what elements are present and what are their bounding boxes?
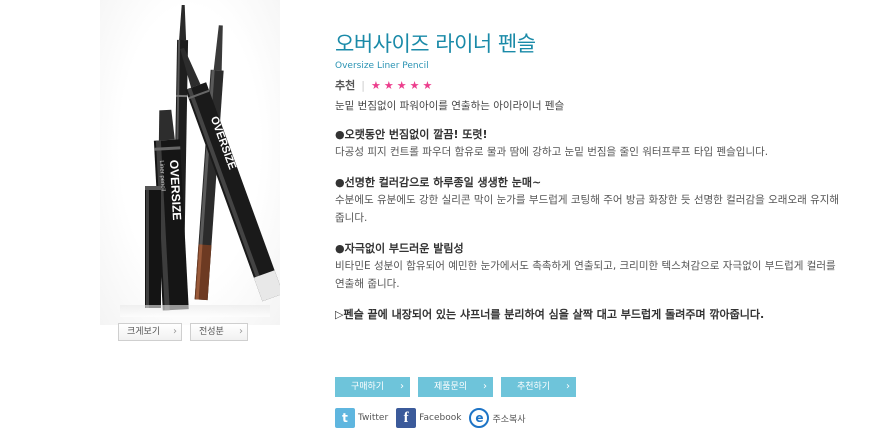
- inquiry-button-label: 제품문의: [433, 382, 468, 392]
- ingredients-button[interactable]: 전성분 ›: [190, 323, 248, 341]
- facebook-label: Facebook: [419, 413, 462, 423]
- product-title: 오버사이즈 라이너 펜슬: [335, 32, 536, 56]
- recommend-rating: 추천 | ★ ★ ★ ★ ★: [335, 77, 845, 93]
- action-buttons: 구매하기 › 제품문의 › 추천하기 ›: [335, 377, 576, 397]
- feature-heading: ●선명한 컬러감으로 하루종일 생생한 눈매~: [335, 176, 542, 189]
- usage-note: ▷펜슬 끝에 내장되어 있는 샤프너를 분리하여 심을 살짝 대고 부드럽게 돌…: [335, 308, 765, 321]
- black-pencil-short: [145, 186, 161, 308]
- star-icon: ★: [370, 78, 381, 92]
- recommend-label: 추천: [335, 79, 356, 92]
- twitter-share[interactable]: t Twitter: [335, 408, 388, 428]
- recommend-button-label: 추천하기: [516, 382, 551, 392]
- buy-button[interactable]: 구매하기 ›: [335, 377, 410, 397]
- copy-url-label: 주소복사: [492, 414, 526, 425]
- feature-heading: ●자극없이 부드러운 발림성: [335, 242, 464, 255]
- twitter-label: Twitter: [358, 413, 389, 423]
- feature-3: ●자극없이 부드러운 발림성 비타민E 성분이 함유되어 예민한 눈가에서도 촉…: [335, 240, 845, 293]
- star-icon: ★: [396, 78, 407, 92]
- chevron-right-icon: ›: [483, 381, 487, 392]
- zoom-button[interactable]: 크게보기 ›: [118, 323, 182, 341]
- star-icon: ★: [383, 78, 394, 92]
- black-pencil-diagonal: OVERSIZE: [180, 47, 280, 302]
- product-subtitle: Oversize Liner Pencil: [335, 61, 429, 71]
- feature-body: 수분에도 유분에도 강한 실리콘 막이 눈가를 부드럽게 코팅해 주어 방금 화…: [335, 194, 840, 224]
- divider: |: [361, 78, 365, 92]
- chevron-right-icon: ›: [173, 326, 177, 337]
- feature-body: 비타민E 성분이 함유되어 예민한 눈가에서도 촉촉하게 연출되고, 크리미한 …: [335, 260, 836, 290]
- feature-2: ●선명한 컬러감으로 하루종일 생생한 눈매~ 수분에도 유분에도 강한 실리콘…: [335, 174, 845, 227]
- product-description: 눈밑 번짐없이 파워아이를 연출하는 아이라이너 펜슬: [335, 100, 565, 112]
- feature-body: 다공성 피지 컨트롤 파우더 함유로 물과 땀에 강하고 눈밑 번짐을 줄인 워…: [335, 146, 769, 158]
- chevron-right-icon: ›: [239, 326, 243, 337]
- star-icon: ★: [422, 78, 433, 92]
- recommend-button[interactable]: 추천하기 ›: [501, 377, 576, 397]
- feature-1: ●오랫동안 번짐없이 깔끔! 또렷! 다공성 피지 컨트롤 파우더 함유로 물과…: [335, 126, 845, 161]
- twitter-icon: t: [335, 408, 355, 428]
- image-buttons: 크게보기 › 전성분 ›: [118, 323, 250, 341]
- pencil-illustration: OVERSIZE Liner pencil OVERSIZE: [145, 5, 280, 311]
- browser-icon: e: [469, 408, 490, 428]
- image-reflection: [120, 305, 270, 317]
- buy-button-label: 구매하기: [350, 382, 385, 392]
- feature-heading: ●오랫동안 번짐없이 깔끔! 또렷!: [335, 128, 488, 141]
- chevron-right-icon: ›: [566, 381, 570, 392]
- zoom-button-label: 크게보기: [127, 327, 161, 337]
- copy-url[interactable]: e 주소복사: [469, 408, 526, 428]
- product-image: OVERSIZE Liner pencil OVERSIZE: [100, 0, 280, 325]
- inquiry-button[interactable]: 제품문의 ›: [418, 377, 493, 397]
- star-rating: ★ ★ ★ ★ ★: [371, 79, 432, 92]
- facebook-share[interactable]: f Facebook: [396, 408, 461, 428]
- facebook-icon: f: [396, 408, 417, 428]
- ingredients-button-label: 전성분: [199, 327, 224, 337]
- product-info: 오버사이즈 라이너 펜슬 Oversize Liner Pencil 추천 | …: [335, 30, 845, 324]
- star-icon: ★: [409, 78, 420, 92]
- social-share: t Twitter f Facebook e 주소복사: [335, 408, 526, 428]
- chevron-right-icon: ›: [400, 381, 404, 392]
